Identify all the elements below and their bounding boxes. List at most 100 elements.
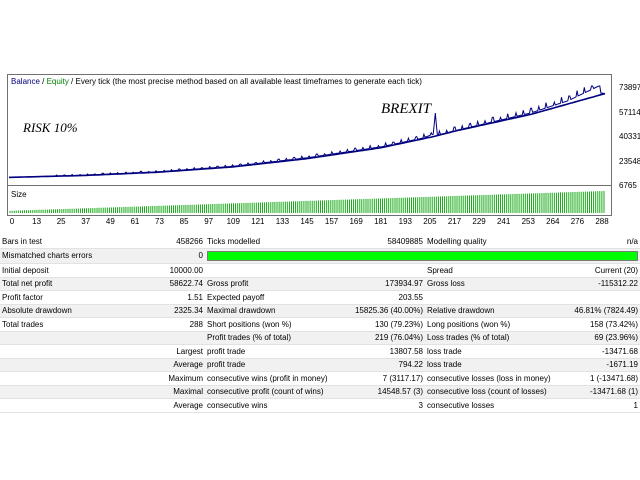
bars-in-test-value: 458266 — [140, 235, 205, 249]
mismatched-errors-label: Mismatched charts errors — [0, 248, 140, 264]
modelling-quality-bar — [207, 250, 638, 261]
modelling-quality-bar-cell — [205, 248, 640, 264]
gross-profit-value: 173934.97 — [335, 277, 425, 291]
largest-loss-trade-value: -13471.68 — [570, 344, 640, 359]
spread-value: Current (20) — [570, 263, 640, 278]
short-positions-value: 130 (79.23%) — [335, 317, 425, 332]
x-tick-label: 193 — [398, 217, 413, 226]
profit-trades-label: Profit trades (% of total) — [205, 331, 335, 345]
maximum-label: Maximum — [140, 371, 205, 386]
average-loss-trade-label: loss trade — [425, 358, 570, 372]
x-tick-label: 264 — [546, 217, 560, 226]
largest-profit-trade-label: profit trade — [205, 344, 335, 359]
maximal-drawdown-value: 15825.36 (40.00%) — [335, 304, 425, 318]
average-profit-trade-label: profit trade — [205, 358, 335, 372]
y-tick-label: 40331 — [619, 132, 640, 141]
maximal-consecutive-loss-value: -13471.68 (1) — [570, 385, 640, 399]
maximal-consecutive-profit-value: 14548.57 (3) — [335, 385, 425, 399]
x-tick-label: 133 — [275, 217, 290, 226]
x-tick-label: 181 — [374, 217, 388, 226]
x-tick-label: 121 — [251, 217, 265, 226]
x-tick-label: 229 — [472, 217, 486, 226]
brexit-annotation: BREXIT — [381, 101, 431, 117]
x-tick-label: 85 — [179, 217, 189, 226]
modelling-quality-label: Modelling quality — [425, 235, 570, 249]
gross-profit-label: Gross profit — [205, 277, 335, 291]
modelling-quality-value: n/a — [570, 235, 640, 249]
y-tick-label: 57114 — [619, 108, 640, 117]
x-tick-label: 205 — [423, 217, 437, 226]
average-profit-trade-value: 794.22 — [335, 358, 425, 372]
x-tick-label: 49 — [105, 217, 115, 226]
initial-deposit-label: Initial deposit — [0, 263, 140, 278]
maximal-consecutive-loss-label: consecutive loss (count of losses) — [425, 385, 570, 399]
profit-factor-label: Profit factor — [0, 290, 140, 305]
expected-payoff-value: 203.55 — [335, 290, 425, 305]
x-tick-label: 169 — [349, 217, 363, 226]
legend-mode: / Every tick (the most precise method ba… — [68, 77, 422, 86]
x-tick-label: 109 — [226, 217, 240, 226]
largest-label: Largest — [140, 344, 205, 359]
y-tick-label: 23548 — [619, 157, 640, 166]
bars-in-test-label: Bars in test — [0, 235, 140, 249]
balance-series-line — [8, 92, 606, 179]
gross-loss-label: Gross loss — [425, 277, 570, 291]
chart-graphics — [8, 85, 606, 213]
profit-factor-value: 1.51 — [140, 290, 205, 305]
x-tick-label: 288 — [595, 217, 609, 226]
report-stats-table: Bars in test 458266 Ticks modelled 58409… — [0, 235, 640, 413]
average-label: Average — [140, 358, 205, 372]
short-positions-label: Short positions (won %) — [205, 317, 335, 332]
x-tick-label: 61 — [130, 217, 140, 226]
long-positions-label: Long positions (won %) — [425, 317, 570, 332]
x-tick-label: 73 — [155, 217, 164, 226]
average-consecutive-losses-value: 1 — [570, 398, 640, 413]
absolute-drawdown-value: 2325.34 — [140, 304, 205, 318]
absolute-drawdown-label: Absolute drawdown — [0, 304, 140, 318]
x-tick-label: 0 — [9, 217, 15, 226]
x-tick-label: 253 — [521, 217, 535, 226]
spread-label: Spread — [425, 263, 570, 278]
x-tick-label: 25 — [56, 217, 66, 226]
legend-equity: Equity — [46, 77, 69, 86]
mismatched-errors-value: 0 — [140, 248, 205, 264]
loss-trades-label: Loss trades (% of total) — [425, 331, 570, 345]
average-consecutive-wins-label: consecutive wins — [205, 398, 335, 413]
legend-balance: Balance — [11, 77, 40, 86]
maximal-label: Maximal — [140, 385, 205, 399]
maximal-drawdown-label: Maximal drawdown — [205, 304, 335, 318]
equity-series-line — [8, 85, 606, 178]
x-tick-label: 217 — [447, 217, 462, 226]
x-tick-label: 13 — [32, 217, 42, 226]
max-consecutive-wins-value: 7 (3117.17) — [335, 371, 425, 386]
max-consecutive-wins-label: consecutive wins (profit in money) — [205, 371, 335, 386]
relative-drawdown-value: 46.81% (7824.49) — [570, 304, 640, 318]
chart-legend: Balance / Equity / Every tick (the most … — [11, 77, 422, 86]
ticks-modelled-label: Ticks modelled — [205, 235, 335, 249]
max-consecutive-losses-value: 1 (-13471.68) — [570, 371, 640, 386]
profit-trades-value: 219 (76.04%) — [335, 331, 425, 345]
total-net-profit-label: Total net profit — [0, 277, 140, 291]
y-tick-label: 6765 — [619, 181, 637, 190]
largest-loss-trade-label: loss trade — [425, 344, 570, 359]
x-tick-label: 276 — [570, 217, 585, 226]
loss-trades-value: 69 (23.96%) — [570, 331, 640, 345]
total-trades-value: 288 — [140, 317, 205, 332]
total-net-profit-value: 58622.74 — [140, 277, 205, 291]
x-tick-label: 97 — [204, 217, 214, 226]
size-label: Size — [11, 190, 27, 199]
average-loss-trade-value: -1671.19 — [570, 358, 640, 372]
maximal-consecutive-profit-label: consecutive profit (count of wins) — [205, 385, 335, 399]
largest-profit-trade-value: 13807.58 — [335, 344, 425, 359]
total-trades-label: Total trades — [0, 317, 140, 332]
average-consecutive-wins-value: 3 — [335, 398, 425, 413]
ticks-modelled-value: 58409885 — [335, 235, 425, 249]
average-consecutive-label: Average — [140, 398, 205, 413]
average-consecutive-losses-label: consecutive losses — [425, 398, 570, 413]
y-tick-label: 73897 — [619, 83, 640, 92]
x-tick-label: 37 — [81, 217, 91, 226]
max-consecutive-losses-label: consecutive losses (loss in money) — [425, 371, 570, 386]
x-tick-label: 145 — [300, 217, 314, 226]
initial-deposit-value: 10000.00 — [140, 263, 205, 278]
expected-payoff-label: Expected payoff — [205, 290, 335, 305]
